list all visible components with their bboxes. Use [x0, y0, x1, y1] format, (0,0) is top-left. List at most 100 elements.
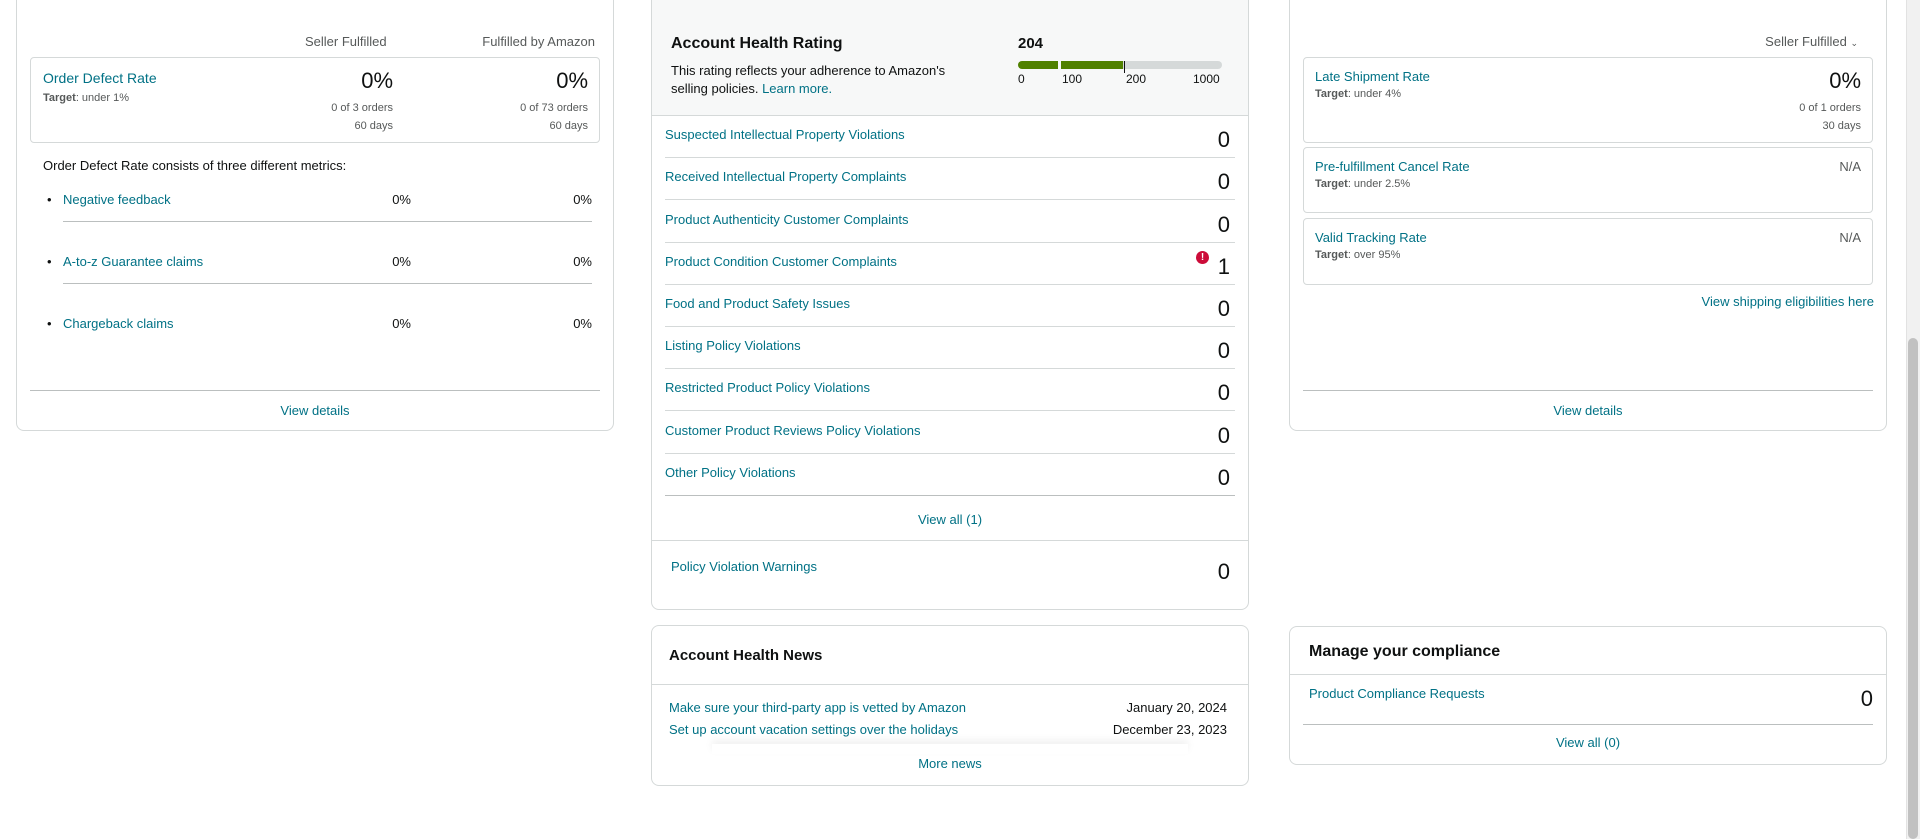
- divider: [1303, 390, 1873, 391]
- divider: [1303, 724, 1873, 725]
- violation-link[interactable]: Customer Product Reviews Policy Violatio…: [665, 423, 921, 438]
- ahr-title: Account Health Rating: [671, 35, 843, 52]
- violation-row: Received Intellectual Property Complaint…: [665, 158, 1235, 200]
- late-shipment-target: Target: under 4%: [1315, 88, 1402, 100]
- violation-count: 0: [1217, 423, 1230, 448]
- scrollbar-thumb[interactable]: [1908, 338, 1918, 839]
- order-defect-rate-card: Seller Fulfilled Fulfilled by Amazon Ord…: [16, 0, 614, 431]
- more-news-link[interactable]: More news: [652, 756, 1248, 771]
- ahr-description: This rating reflects your adherence to A…: [671, 63, 946, 96]
- violation-count: 1: [1217, 254, 1230, 279]
- violation-row: Product Condition Customer Complaints ! …: [665, 243, 1235, 285]
- violation-count: 0: [1217, 380, 1230, 405]
- late-shipment-percent: 0%: [1829, 68, 1861, 93]
- valid-tracking-rate-link[interactable]: Valid Tracking Rate: [1315, 230, 1427, 245]
- violation-link[interactable]: Product Authenticity Customer Complaints: [665, 212, 909, 227]
- learn-more-link[interactable]: Learn more.: [762, 81, 832, 96]
- metric-amazon-value: 0%: [573, 254, 592, 269]
- violation-count: 0: [1217, 169, 1230, 194]
- a-to-z-claims-link[interactable]: A-to-z Guarantee claims: [47, 254, 203, 269]
- ahr-scale-label: 1000: [1193, 72, 1220, 86]
- shipping-view-details-link[interactable]: View details: [1290, 403, 1886, 418]
- metric-row-a-to-z-claims: A-to-z Guarantee claims 0% 0%: [43, 243, 598, 305]
- compliance-view-all-link[interactable]: View all (0): [1290, 735, 1886, 750]
- ahr-scale-label: 0: [1018, 72, 1025, 86]
- violation-row: Suspected Intellectual Property Violatio…: [665, 116, 1235, 158]
- policy-violation-warnings-count: 0: [1217, 559, 1230, 584]
- violation-link[interactable]: Product Condition Customer Complaints: [665, 254, 897, 269]
- news-item-link[interactable]: Make sure your third-party app is vetted…: [669, 700, 966, 715]
- negative-feedback-link[interactable]: Negative feedback: [47, 192, 171, 207]
- pre-fulfillment-cancel-rate-link[interactable]: Pre-fulfillment Cancel Rate: [1315, 159, 1470, 174]
- violation-count: 0: [1217, 127, 1230, 152]
- seller-fulfilled-column-header: Seller Fulfilled: [305, 34, 387, 49]
- news-item-link[interactable]: Set up account vacation settings over th…: [669, 722, 958, 737]
- product-compliance-requests-link[interactable]: Product Compliance Requests: [1309, 686, 1485, 701]
- violation-link[interactable]: Received Intellectual Property Complaint…: [665, 169, 906, 184]
- odr-consists-text: Order Defect Rate consists of three diff…: [43, 158, 347, 173]
- violation-row: Other Policy Violations 0: [665, 454, 1235, 496]
- compliance-title: Manage your compliance: [1309, 643, 1501, 660]
- news-item: Make sure your third-party app is vetted…: [669, 700, 1227, 715]
- ahr-bar-segment-200-1000: [1123, 61, 1222, 69]
- chevron-down-icon: ⌄: [1850, 38, 1858, 48]
- view-all-violations-link[interactable]: View all (1): [652, 512, 1248, 527]
- shipping-eligibilities-link[interactable]: View shipping eligibilities here: [1702, 294, 1874, 309]
- news-title: Account Health News: [669, 647, 823, 664]
- violation-row: Food and Product Safety Issues 0: [665, 285, 1235, 327]
- ahr-score-marker: [1124, 61, 1125, 73]
- violation-link[interactable]: Other Policy Violations: [665, 465, 796, 480]
- divider: [63, 283, 592, 284]
- vertical-scrollbar[interactable]: [1906, 0, 1920, 839]
- violation-link[interactable]: Food and Product Safety Issues: [665, 296, 850, 311]
- divider: [30, 390, 600, 391]
- cancel-rate-value: N/A: [1839, 159, 1861, 174]
- news-item-date: December 23, 2023: [1112, 722, 1227, 737]
- alert-icon: !: [1196, 251, 1209, 264]
- violation-count: 0: [1217, 465, 1230, 490]
- ahr-bar-segment-0-100: [1018, 61, 1058, 69]
- chargeback-claims-link[interactable]: Chargeback claims: [47, 316, 173, 331]
- violation-link[interactable]: Restricted Product Policy Violations: [665, 380, 870, 395]
- late-shipment-rate-link[interactable]: Late Shipment Rate: [1315, 69, 1430, 84]
- odr-target: Target: under 1%: [43, 92, 130, 104]
- valid-tracking-box: Valid Tracking Rate Target: over 95% N/A: [1303, 218, 1873, 285]
- ahr-bar-segment-100-200: [1061, 61, 1123, 69]
- order-defect-rate-link[interactable]: Order Defect Rate: [43, 70, 157, 86]
- divider: [63, 221, 592, 222]
- valid-tracking-value: N/A: [1839, 230, 1861, 245]
- violation-count: 0: [1217, 338, 1230, 363]
- odr-view-details-link[interactable]: View details: [17, 403, 613, 418]
- metric-seller-value: 0%: [392, 316, 411, 331]
- metric-amazon-value: 0%: [573, 192, 592, 207]
- violation-count: 0: [1217, 212, 1230, 237]
- compliance-requests-count: 0: [1860, 686, 1873, 711]
- fulfillment-dropdown[interactable]: Seller Fulfilled ⌄: [1765, 34, 1858, 49]
- cancel-rate-target: Target: under 2.5%: [1315, 178, 1411, 190]
- violation-link[interactable]: Suspected Intellectual Property Violatio…: [665, 127, 905, 142]
- news-item: Set up account vacation settings over th…: [669, 722, 1227, 737]
- metric-seller-value: 0%: [392, 254, 411, 269]
- metric-row-negative-feedback: Negative feedback 0% 0%: [43, 181, 598, 243]
- violation-row: Customer Product Reviews Policy Violatio…: [665, 412, 1235, 454]
- divider: [1290, 674, 1886, 675]
- violation-link[interactable]: Listing Policy Violations: [665, 338, 801, 353]
- odr-seller-orders: 0 of 3 orders: [331, 102, 393, 114]
- ahr-score: 204: [1018, 35, 1044, 52]
- account-health-news-card: Account Health News Make sure your third…: [651, 625, 1249, 786]
- late-shipment-days: 30 days: [1822, 120, 1861, 132]
- manage-compliance-card: Manage your compliance Product Complianc…: [1289, 626, 1887, 765]
- odr-amazon-orders: 0 of 73 orders: [520, 102, 588, 114]
- ahr-scale-label: 200: [1126, 72, 1147, 86]
- odr-summary-box: Order Defect Rate Target: under 1% 0% 0 …: [30, 57, 600, 143]
- ahr-score-bar: [1018, 61, 1222, 73]
- odr-seller-days: 60 days: [354, 120, 393, 132]
- policy-violation-warnings-link[interactable]: Policy Violation Warnings: [671, 559, 817, 574]
- ahr-scale-label: 100: [1062, 72, 1083, 86]
- metric-row-chargeback-claims: Chargeback claims 0% 0%: [43, 305, 598, 367]
- divider: [652, 684, 1248, 685]
- odr-amazon-percent: 0%: [556, 68, 588, 93]
- metric-seller-value: 0%: [392, 192, 411, 207]
- valid-tracking-target: Target: over 95%: [1315, 249, 1401, 261]
- violation-row: Product Authenticity Customer Complaints…: [665, 201, 1235, 243]
